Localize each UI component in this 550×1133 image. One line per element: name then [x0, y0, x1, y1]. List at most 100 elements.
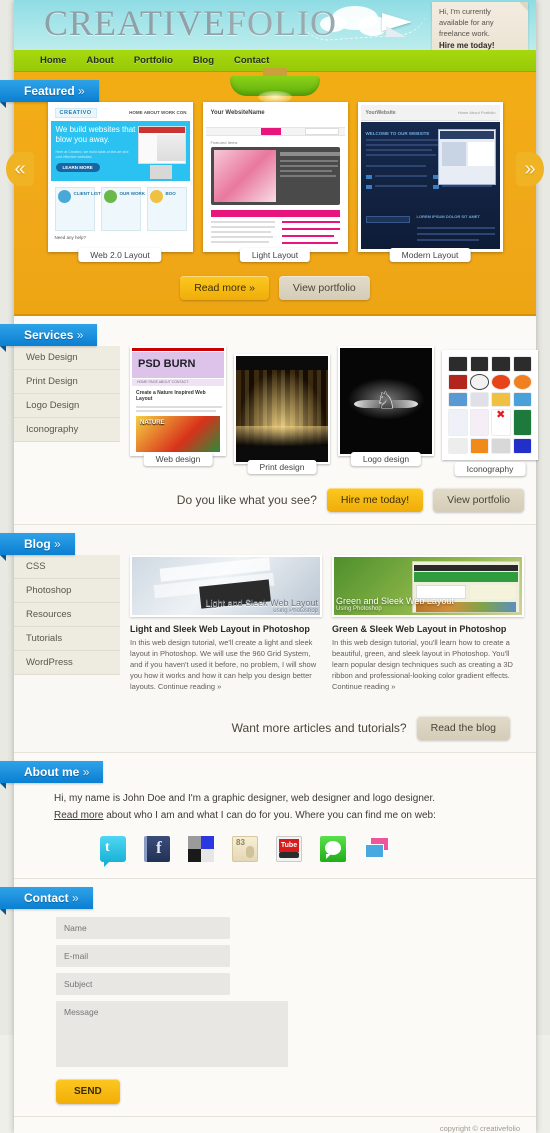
name-input[interactable]	[56, 917, 230, 940]
about-read-more-link[interactable]: Read more	[54, 810, 103, 821]
featured-slide[interactable]: YourWebsite Home About Portfolio WELCOME…	[357, 102, 503, 262]
services-cta-question: Do you like what you see?	[176, 493, 317, 507]
services-cta: Do you like what you see? Hire me today!…	[130, 472, 538, 512]
social-links: t f 83 Tube	[52, 824, 518, 868]
slide-screenshot: YourWebsite Home About Portfolio WELCOME…	[360, 105, 500, 249]
logo-primary: CREATIVE	[44, 3, 226, 43]
sidebar-item-css[interactable]: CSS	[14, 555, 120, 579]
paypal-icon	[448, 409, 468, 437]
blog-thumbnail[interactable]: Green and Sleek Web Layout Using Photosh…	[332, 555, 524, 617]
screen-icon	[512, 438, 532, 454]
slide-menu: HOME ABOUT WORK CON	[129, 110, 187, 115]
service-caption: Logo design	[350, 452, 422, 466]
service-thumb-print-design[interactable]: Print design	[234, 354, 330, 474]
contact-form: SEND	[14, 879, 536, 1105]
hire-me-button[interactable]: Hire me today!	[326, 488, 424, 512]
service-screenshot: PSD BURN HOME PAGE ABOUT CONTACT Create …	[132, 348, 224, 454]
site-sheet: CREATIVEFOLIO Hi, I'm currently availabl…	[0, 0, 544, 1133]
sidebar-item-tutorials[interactable]: Tutorials	[14, 627, 120, 651]
sidebar-item-iconography[interactable]: Iconography	[14, 418, 120, 442]
slide-caption: Light Layout	[239, 248, 311, 262]
blog-posts: Light and Sleek Web Layout using Photosh…	[130, 555, 524, 692]
paper-plane-wing-icon	[386, 26, 406, 37]
photos-icon[interactable]	[364, 836, 390, 862]
featured-slide[interactable]: CREATIVO HOME ABOUT WORK CON We build we…	[47, 102, 193, 262]
site-footer: copyright © creativefolio	[14, 1116, 536, 1133]
message-input[interactable]	[56, 1001, 288, 1068]
send-button[interactable]: SEND	[56, 1079, 120, 1105]
services-thumbnails: PSD BURN HOME PAGE ABOUT CONTACT Create …	[130, 346, 538, 476]
nav-item-blog[interactable]: Blog	[193, 55, 214, 66]
read-more-button[interactable]: Read more »	[180, 276, 269, 300]
blog-thumb-overlay: Green and Sleek Web Layout Using Photosh…	[336, 596, 454, 613]
orb-icon	[512, 373, 532, 390]
slide-screenshot: Your WebsiteName Featured Items	[205, 105, 345, 249]
sidebar-item-web-design[interactable]: Web Design	[14, 346, 120, 370]
twitter-icon[interactable]: t	[100, 836, 126, 868]
logo-secondary: FOLIO	[226, 3, 337, 43]
lamp-decoration	[230, 68, 320, 103]
blog-thumbnail[interactable]: Light and Sleek Web Layout using Photosh…	[130, 555, 322, 617]
service-screenshot: ✖	[444, 352, 536, 458]
sidebar-item-print-design[interactable]: Print Design	[14, 370, 120, 394]
contact-section: Contact » SEND	[0, 879, 536, 1117]
youtube-icon[interactable]: Tube	[276, 836, 302, 863]
clock-icon	[469, 373, 489, 390]
blog-heading-label: Blog	[24, 537, 51, 551]
service-thumb-web-design[interactable]: PSD BURN HOME PAGE ABOUT CONTACT Create …	[130, 346, 226, 466]
view-portfolio-button[interactable]: View portfolio	[278, 276, 370, 300]
blog-section: Blog » CSS Photoshop Resources Tutorials…	[0, 525, 536, 754]
site-logo[interactable]: CREATIVEFOLIO	[44, 2, 337, 44]
email-input[interactable]	[56, 945, 230, 968]
camera-icon	[491, 356, 511, 372]
blog-sidebar: CSS Photoshop Resources Tutorials WordPr…	[14, 555, 120, 740]
slider-next-button[interactable]: »	[516, 152, 544, 186]
site-header: CREATIVEFOLIO Hi, I'm currently availabl…	[14, 0, 536, 50]
featured-slides: CREATIVO HOME ABOUT WORK CON We build we…	[14, 102, 536, 262]
service-thumb-sub: Create a Nature Inspired Web Layout	[136, 390, 206, 403]
slide-headline: We build websites that blow you away.	[55, 125, 136, 144]
blog-content: Light and Sleek Web Layout using Photosh…	[120, 555, 536, 741]
alert-bubble-icon	[491, 391, 511, 408]
about-line-2: about who I am and what I can do for you…	[103, 809, 436, 821]
nav-item-portfolio[interactable]: Portfolio	[134, 55, 173, 66]
nav-item-home[interactable]: Home	[40, 55, 66, 66]
blog-thumb-title: Light and Sleek Web Layout	[205, 597, 318, 608]
featured-slide[interactable]: Your WebsiteName Featured Items Light La…	[202, 102, 348, 262]
service-caption: Web design	[143, 452, 213, 466]
chevron-right-icon: »	[54, 537, 61, 551]
note-fold-icon	[519, 2, 528, 11]
sidebar-item-resources[interactable]: Resources	[14, 603, 120, 627]
camera-icon	[448, 356, 468, 372]
view-portfolio-button[interactable]: View portfolio	[433, 488, 524, 512]
camera-icon	[469, 356, 489, 372]
slide-brand: YourWebsite	[365, 110, 396, 116]
service-thumb-logo-design[interactable]: ♘ Logo design	[338, 346, 434, 466]
featured-heading-label: Featured	[24, 84, 75, 98]
delicious-icon[interactable]: 83	[232, 836, 258, 863]
slider-prev-button[interactable]: «	[6, 152, 34, 186]
subject-input[interactable]	[56, 973, 230, 996]
service-caption: Iconography	[454, 462, 526, 476]
blog-thumb-title: Green and Sleek Web Layout	[336, 595, 454, 606]
sidebar-item-logo-design[interactable]: Logo Design	[14, 394, 120, 418]
blog-cta: Want more articles and tutorials? Read t…	[130, 700, 524, 741]
blog-post-title[interactable]: Light and Sleek Web Layout in Photoshop	[130, 624, 322, 634]
flickr-icon[interactable]	[188, 836, 214, 863]
read-the-blog-button[interactable]: Read the blog	[416, 716, 510, 741]
blog-cta-question: Want more articles and tutorials?	[231, 721, 407, 736]
facebook-icon[interactable]: f	[144, 836, 170, 863]
image-icon	[469, 438, 489, 454]
blog-post-title[interactable]: Green & Sleek Web Layout in Photoshop	[332, 624, 524, 634]
slide-caption: Modern Layout	[389, 248, 471, 262]
nav-item-contact[interactable]: Contact	[234, 55, 269, 66]
sidebar-item-photoshop[interactable]: Photoshop	[14, 579, 120, 603]
note-cta: Hire me today!	[439, 40, 495, 50]
nav-item-about[interactable]: About	[86, 55, 113, 66]
services-heading-label: Services	[24, 328, 74, 342]
service-thumb-iconography[interactable]: ✖ Iconography	[442, 350, 538, 476]
chat-icon[interactable]	[320, 836, 346, 863]
availability-note[interactable]: Hi, I'm currently available for any free…	[432, 2, 528, 50]
blog-thumb-sub: Using Photoshop	[336, 606, 382, 613]
sidebar-item-wordpress[interactable]: WordPress	[14, 651, 120, 675]
